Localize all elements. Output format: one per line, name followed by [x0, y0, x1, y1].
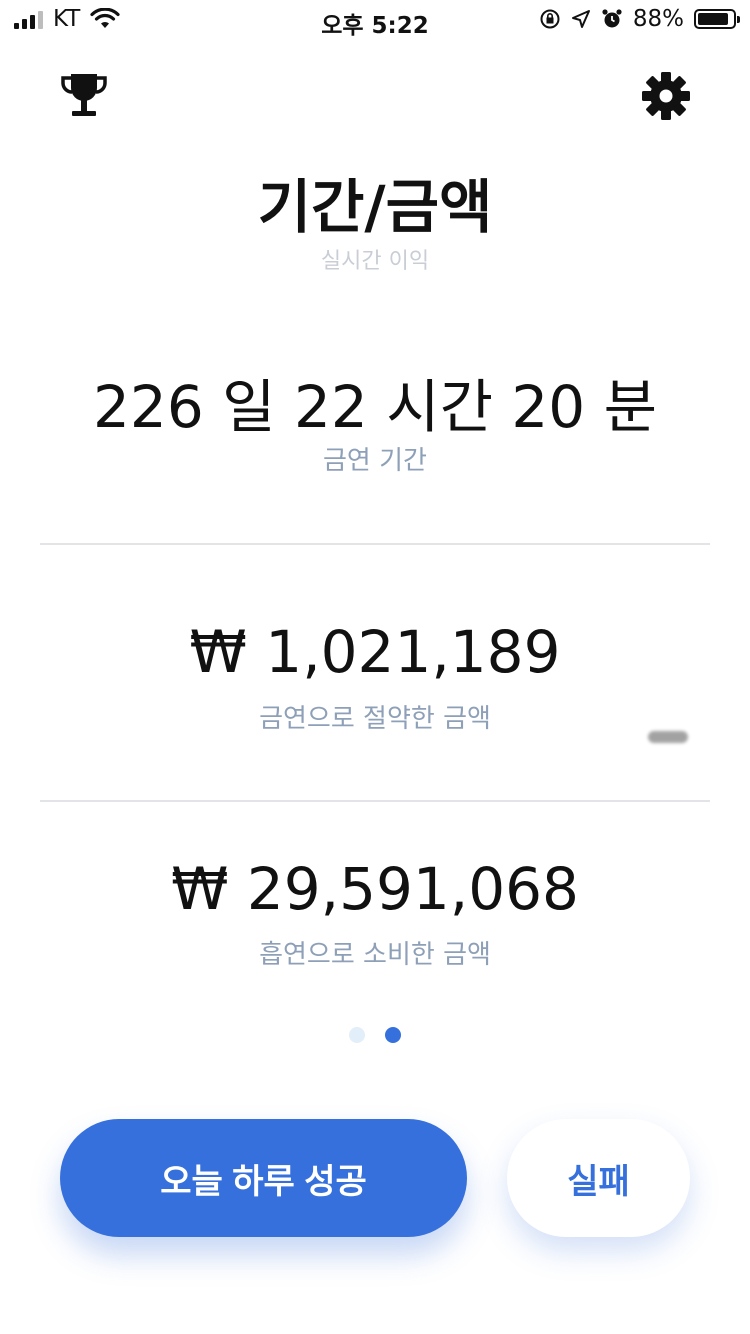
trophy-button[interactable] — [54, 66, 114, 126]
status-right: 88% — [539, 6, 740, 32]
location-arrow-icon — [571, 10, 590, 28]
status-bar: KT 오후 5:22 88% — [0, 0, 750, 40]
gear-icon — [642, 72, 690, 120]
battery-fill — [698, 13, 728, 25]
settings-button[interactable] — [636, 66, 696, 126]
trophy-icon — [61, 74, 107, 116]
battery-percent: 88% — [632, 6, 684, 32]
screen-smudge — [648, 731, 688, 743]
page-dot[interactable] — [385, 1027, 401, 1043]
page-dot[interactable] — [349, 1027, 365, 1043]
page-indicator[interactable] — [0, 1027, 750, 1043]
quit-duration-label: 금연 기간 — [323, 446, 427, 476]
alarm-clock-icon — [602, 9, 622, 28]
divider — [40, 543, 710, 545]
money-spent-value: ₩ 29,591,068 — [171, 855, 579, 923]
money-spent-label: 흡연으로 소비한 금액 — [259, 940, 491, 970]
fail-button[interactable]: 실패 — [507, 1119, 690, 1237]
today-success-button[interactable]: 오늘 하루 성공 — [60, 1119, 467, 1237]
page-title: 기간/금액 — [257, 173, 493, 241]
money-saved-value: ₩ 1,021,189 — [189, 618, 561, 686]
page-subtitle: 실시간 이익 — [320, 249, 430, 274]
battery-icon — [694, 9, 740, 29]
money-saved-label: 금연으로 절약한 금액 — [259, 704, 491, 734]
orientation-lock-icon — [540, 9, 560, 29]
quit-duration-value: 226 일 22 시간 20 분 — [93, 373, 657, 441]
divider — [40, 800, 710, 802]
